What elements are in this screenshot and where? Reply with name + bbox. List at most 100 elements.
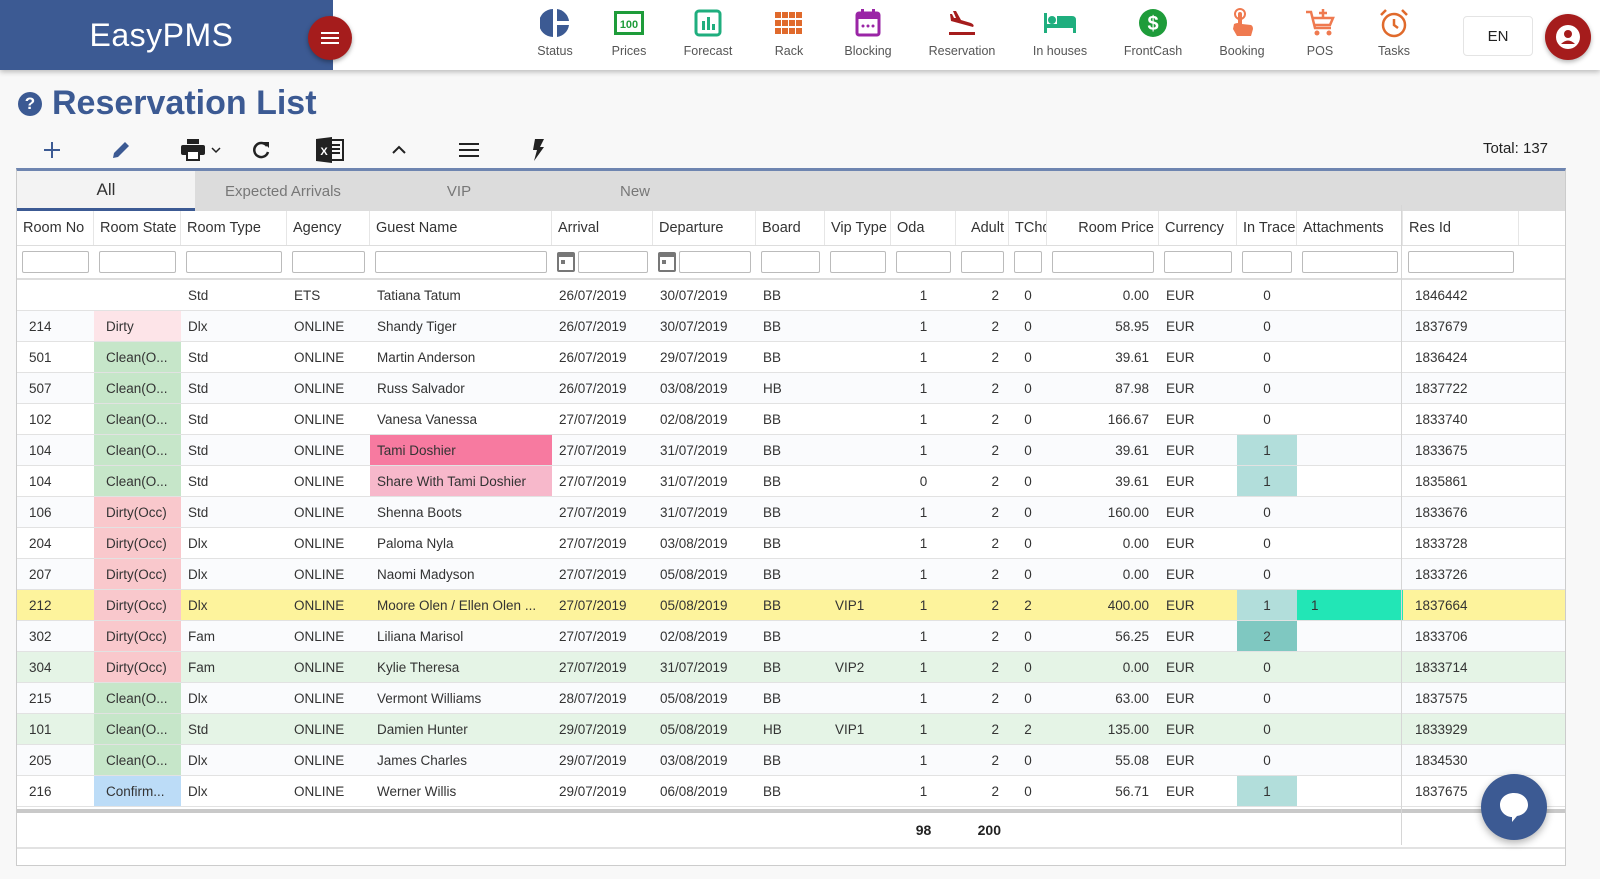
nav-rack[interactable]: Rack [770, 6, 808, 66]
nav-forecast[interactable]: Forecast [683, 6, 733, 66]
print-button[interactable] [178, 136, 224, 164]
edit-button[interactable] [108, 136, 134, 164]
refresh-button[interactable] [250, 136, 272, 164]
filter-input-attachments[interactable] [1302, 251, 1398, 273]
table-row[interactable]: 207 Dirty(Occ) Dlx ONLINE Naomi Madyson 27/07… [17, 559, 1565, 590]
table-row[interactable]: 101 Clean(O... Std ONLINE Damien Hunter 29/07… [17, 714, 1565, 745]
column-header-in-trace[interactable]: In Trace [1237, 211, 1297, 245]
help-icon[interactable]: ? [18, 91, 42, 116]
column-header-agency[interactable]: Agency [287, 211, 370, 245]
column-header-attachments[interactable]: Attachments [1297, 211, 1403, 245]
cell-oda: 1 [919, 504, 928, 520]
filter-input-arrival[interactable] [578, 251, 648, 273]
column-header-room-no[interactable]: Room No [17, 211, 94, 245]
cell-res-id: 1833740 [1415, 411, 1468, 427]
filter-cell-tchd [1009, 251, 1047, 273]
total-cell-room-type [181, 813, 287, 847]
filter-input-guest-name[interactable] [375, 251, 547, 273]
cell-room-no: 204 [29, 535, 52, 551]
table-row[interactable]: 104 Clean(O... Std ONLINE Tami Doshier 27/07/… [17, 435, 1565, 466]
column-header-room-type[interactable]: Room Type [181, 211, 287, 245]
tab-expected-arrivals[interactable]: Expected Arrivals [195, 171, 371, 211]
column-header-arrival[interactable]: Arrival [552, 211, 653, 245]
nav-blocking[interactable]: Blocking [844, 6, 892, 66]
nav-booking[interactable]: Booking [1217, 6, 1267, 66]
nav-in-houses[interactable]: In houses [1032, 6, 1088, 66]
nav-pos[interactable]: POS [1302, 6, 1338, 66]
collapse-button[interactable] [390, 136, 408, 164]
menu-lines-button[interactable] [458, 136, 480, 164]
cell-room-state: Dirty [94, 311, 181, 341]
svg-text:X: X [320, 146, 328, 158]
totals-row: 98 200 [17, 809, 1565, 849]
filter-input-res-id[interactable] [1408, 251, 1514, 273]
cell-room-state: Clean(O... [94, 714, 181, 744]
filter-input-room-state[interactable] [99, 251, 176, 273]
filter-input-vip-type[interactable] [830, 251, 886, 273]
column-header-guest-name[interactable]: Guest Name [370, 211, 552, 245]
filter-input-board[interactable] [761, 251, 820, 273]
export-excel-button[interactable]: X [316, 136, 344, 164]
column-header-vip-type[interactable]: Vip Type [825, 211, 891, 245]
tab-new[interactable]: New [547, 171, 723, 211]
table-row[interactable]: 204 Dirty(Occ) Dlx ONLINE Paloma Nyla 27/07/2… [17, 528, 1565, 559]
filter-input-agency[interactable] [292, 251, 365, 273]
brand-logo[interactable]: EasyPMS [0, 0, 333, 70]
table-row[interactable]: Std ETS Tatiana Tatum 26/07/2019 30/07/2019 B… [17, 280, 1565, 311]
tab-all[interactable]: All [17, 171, 195, 211]
table-row[interactable]: 304 Dirty(Occ) Fam ONLINE Kylie Theresa 27/07… [17, 652, 1565, 683]
table-row[interactable]: 104 Clean(O... Std ONLINE Share With Tami Do… [17, 466, 1565, 497]
table-row[interactable]: 501 Clean(O... Std ONLINE Martin Anderson 26/… [17, 342, 1565, 373]
column-header-board[interactable]: Board [756, 211, 825, 245]
filter-input-currency[interactable] [1164, 251, 1232, 273]
cell-room-price: 63.00 [1115, 690, 1149, 706]
cell-room-type: Dlx [188, 597, 208, 613]
column-header-adult[interactable]: Adult [956, 211, 1009, 245]
column-header-departure[interactable]: Departure [653, 211, 756, 245]
language-button[interactable]: EN [1463, 16, 1533, 56]
add-button[interactable] [40, 136, 64, 164]
table-row[interactable]: 212 Dirty(Occ) Dlx ONLINE Moore Olen / Ellen… [17, 590, 1565, 621]
calendar-icon[interactable] [557, 252, 575, 272]
column-header-oda[interactable]: Oda [891, 211, 956, 245]
filter-input-room-no[interactable] [22, 251, 89, 273]
cell-agency: ONLINE [294, 690, 345, 706]
table-row[interactable]: 106 Dirty(Occ) Std ONLINE Shenna Boots 27/07/… [17, 497, 1565, 528]
column-header-room-price[interactable]: Room Price [1047, 211, 1159, 245]
table-row[interactable]: 216 Confirm... Dlx ONLINE Werner Willis 29/07… [17, 776, 1565, 807]
table-row[interactable]: 215 Clean(O... Dlx ONLINE Vermont Williams 28… [17, 683, 1565, 714]
filter-input-in-trace[interactable] [1242, 251, 1292, 273]
filter-input-adult[interactable] [961, 251, 1004, 273]
table-row[interactable]: 205 Clean(O... Dlx ONLINE James Charles 29/07… [17, 745, 1565, 776]
cell-oda: 0 [919, 473, 928, 489]
filter-input-tchd[interactable] [1014, 251, 1042, 273]
table-row[interactable]: 507 Clean(O... Std ONLINE Russ Salvador 26/07… [17, 373, 1565, 404]
column-header-res-id[interactable]: Res Id [1403, 211, 1519, 245]
cell-room-type: Std [188, 380, 209, 396]
filter-input-room-type[interactable] [186, 251, 282, 273]
tab-vip[interactable]: VIP [371, 171, 547, 211]
cell-attachments [1297, 435, 1403, 465]
table-row[interactable]: 214 Dirty Dlx ONLINE Shandy Tiger 26/07/2019 3… [17, 311, 1565, 342]
user-account-button[interactable] [1545, 14, 1591, 60]
nav-prices[interactable]: 100 Prices [610, 6, 648, 66]
nav-frontcash[interactable]: $ FrontCash [1123, 6, 1183, 66]
column-header-tchd[interactable]: TChd [1009, 211, 1047, 245]
filter-input-departure[interactable] [679, 251, 751, 273]
column-header-currency[interactable]: Currency [1159, 211, 1237, 245]
hamburger-menu-button[interactable] [308, 16, 352, 60]
nav-label: Forecast [683, 44, 733, 58]
table-row[interactable]: 102 Clean(O... Std ONLINE Vanesa Vanessa 27/0… [17, 404, 1565, 435]
filter-input-room-price[interactable] [1052, 251, 1154, 273]
calendar-icon[interactable] [658, 252, 676, 272]
cell-res-id: 1837575 [1415, 690, 1468, 706]
chat-button[interactable] [1481, 774, 1547, 840]
table-row[interactable]: 302 Dirty(Occ) Fam ONLINE Liliana Marisol 27/… [17, 621, 1565, 652]
nav-status[interactable]: Status [536, 6, 574, 66]
svg-text:100: 100 [620, 19, 638, 31]
nav-tasks[interactable]: Tasks [1376, 6, 1412, 66]
column-header-room-state[interactable]: Room State [94, 211, 181, 245]
flash-button[interactable] [530, 136, 546, 164]
filter-input-oda[interactable] [896, 251, 951, 273]
nav-reservation[interactable]: Reservation [929, 6, 995, 66]
